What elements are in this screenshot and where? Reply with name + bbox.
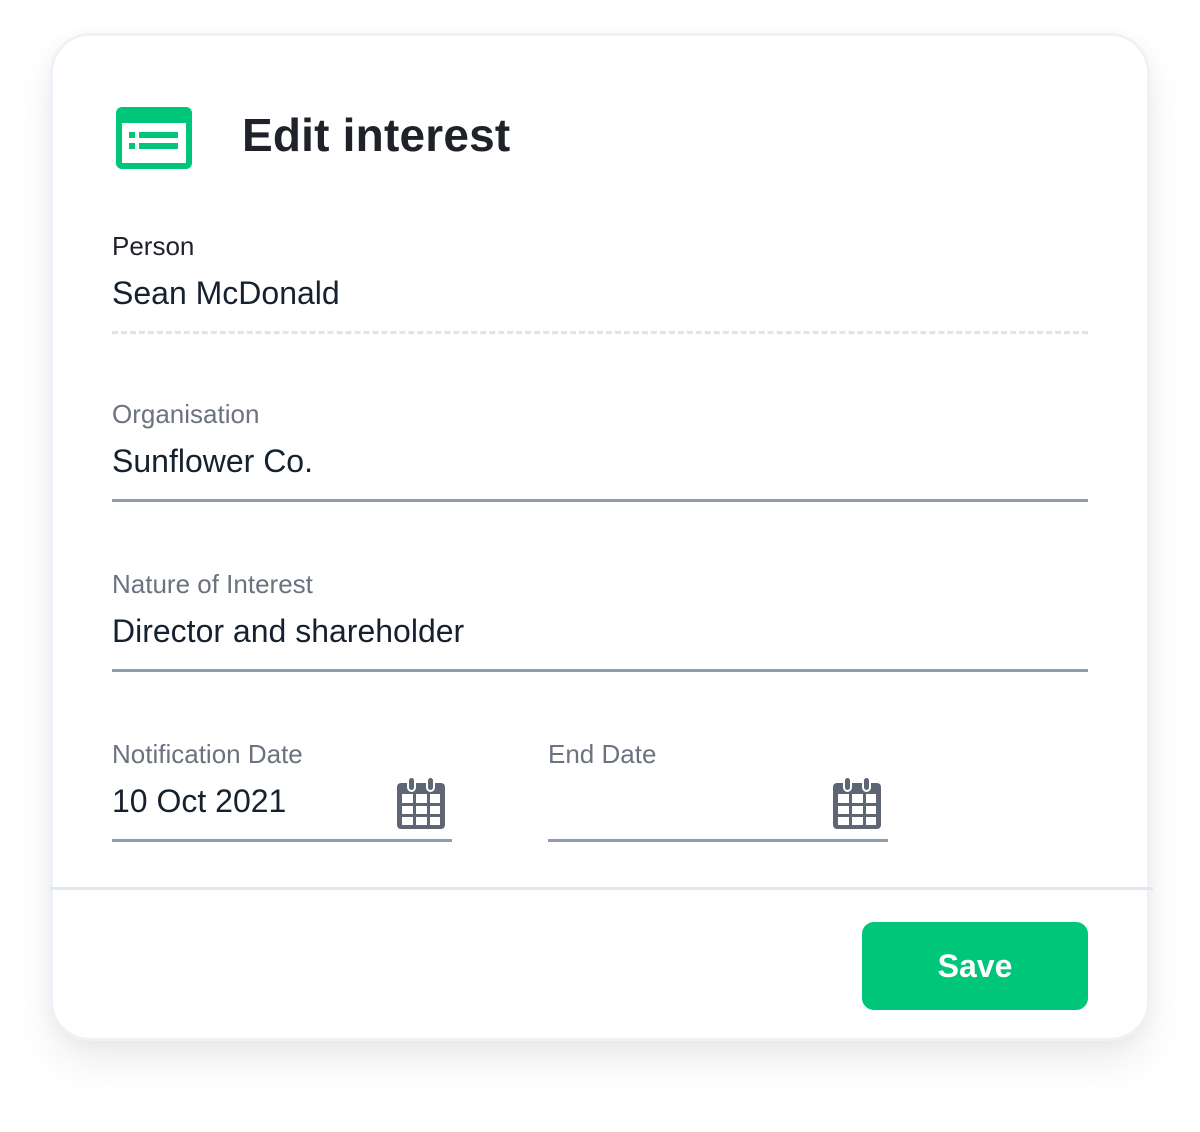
form-list-icon	[116, 107, 192, 169]
calendar-icon[interactable]	[832, 777, 882, 829]
footer-divider	[50, 887, 1153, 890]
organisation-input[interactable]: Sunflower Co.	[112, 443, 313, 480]
organisation-label: Organisation	[112, 399, 260, 429]
person-label: Person	[112, 231, 195, 261]
organisation-field[interactable]: Organisation Sunflower Co.	[112, 399, 1088, 509]
person-value: Sean McDonald	[112, 275, 340, 311]
nature-of-interest-input[interactable]: Director and shareholder	[112, 613, 464, 650]
end-date-field[interactable]: End Date	[548, 739, 888, 849]
notification-date-underline	[112, 839, 452, 842]
save-button[interactable]: Save	[862, 922, 1088, 1010]
nature-of-interest-underline	[112, 669, 1088, 672]
end-date-underline	[548, 839, 888, 842]
nature-of-interest-field[interactable]: Nature of Interest Director and sharehol…	[112, 569, 1088, 679]
end-date-label: End Date	[548, 739, 657, 769]
edit-interest-dialog: Edit interest Person Sean McDonald Organ…	[50, 33, 1153, 1041]
notification-date-input[interactable]: 10 Oct 2021	[112, 783, 286, 820]
calendar-icon[interactable]	[396, 777, 446, 829]
nature-of-interest-label: Nature of Interest	[112, 569, 313, 599]
organisation-underline	[112, 499, 1088, 502]
notification-date-field[interactable]: Notification Date 10 Oct 2021	[112, 739, 452, 849]
dialog-title: Edit interest	[242, 109, 511, 161]
person-field: Person Sean McDonald	[112, 231, 1088, 341]
notification-date-label: Notification Date	[112, 739, 303, 769]
person-dashed-underline	[112, 331, 1088, 334]
